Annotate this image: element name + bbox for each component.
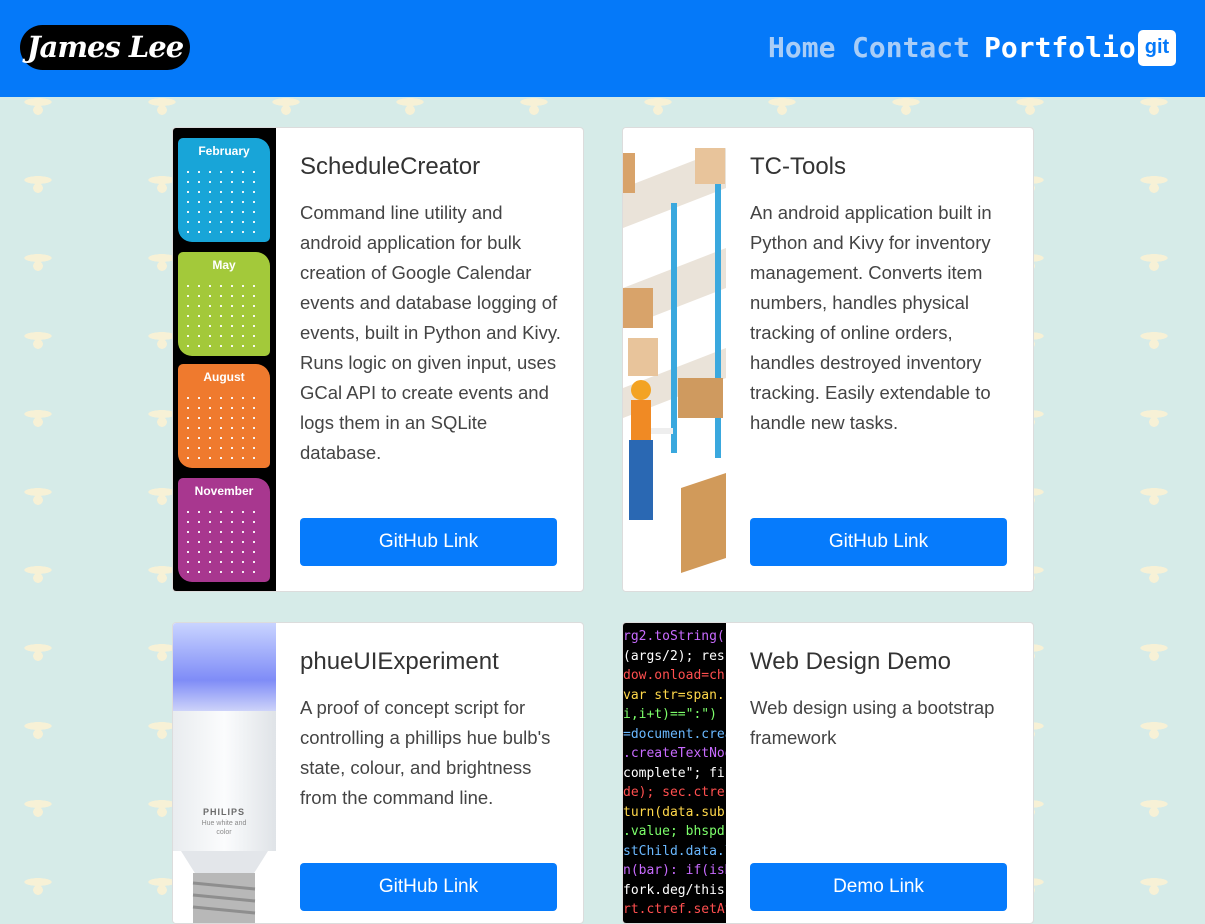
- lightbulb-thumbnail: [173, 623, 276, 923]
- project-title: ScheduleCreator: [300, 153, 481, 180]
- code-line: var str=span.firs: [623, 687, 726, 703]
- project-title: Web Design Demo: [750, 648, 951, 675]
- code-line: complete"; fi: [623, 765, 725, 781]
- philips-logo: PHILIPS: [202, 807, 245, 817]
- calendar-month-label: February: [198, 144, 250, 158]
- code-line: dow.onload=ch: [623, 668, 725, 683]
- code-thumbnail: rg2.toString() a (args/2); res1 = dow.onlo…: [623, 623, 726, 923]
- navbar: James Lee Home Contact Portfolio git: [0, 0, 1205, 97]
- code-line: stChild.data.leng: [623, 843, 726, 859]
- code-line: turn(data.subst: [623, 804, 726, 820]
- nav-portfolio-link[interactable]: Portfolio: [984, 30, 1136, 66]
- code-line: (args/2); res1 =: [623, 648, 726, 664]
- nav-home-link[interactable]: Home: [768, 30, 835, 66]
- warehouse-thumbnail: [623, 128, 726, 591]
- code-line: .value; bhspdres: [623, 824, 726, 839]
- brand-logo[interactable]: James Lee: [20, 25, 190, 70]
- code-line: i,i+t)==":") (spa: [623, 707, 726, 722]
- demo-link-button[interactable]: Demo Link: [750, 863, 1007, 911]
- calendar-month: February: [178, 138, 270, 242]
- project-card-tc-tools: TC-Tools An android application built in…: [622, 127, 1034, 592]
- bulb-caption: Hue white and color: [201, 820, 247, 836]
- project-card-schedulecreator: February May August November ScheduleCre…: [172, 127, 584, 592]
- calendar-month: May: [178, 252, 270, 356]
- code-line: rg2.toString() a: [623, 629, 726, 644]
- project-title: TC-Tools: [750, 153, 847, 180]
- code-line: n(bar): if(isNum(: [623, 863, 726, 878]
- github-link-button[interactable]: GitHub Link: [750, 518, 1007, 566]
- project-description: Web design using a bootstrap framework: [750, 697, 995, 748]
- calendar-month-label: November: [194, 484, 254, 498]
- github-link-button[interactable]: GitHub Link: [300, 863, 557, 911]
- code-line: de); sec.ctref.in: [623, 785, 726, 800]
- project-card-phueuiexperiment: PHILIPS Hue white and color phueUIExperi…: [172, 622, 584, 924]
- calendar-month: August: [178, 364, 270, 468]
- calendar-month: November: [178, 478, 270, 582]
- project-description: An android application built in Python a…: [750, 202, 992, 433]
- nav-contact-link[interactable]: Contact: [852, 30, 970, 66]
- project-description: Command line utility and android applica…: [300, 202, 561, 463]
- calendar-month-label: May: [212, 258, 236, 272]
- project-card-web-design-demo: rg2.toString() a (args/2); res1 = dow.onlo…: [622, 622, 1034, 924]
- code-line: fork.deg/this. l: [623, 882, 726, 898]
- github-link-button[interactable]: GitHub Link: [300, 518, 557, 566]
- calendar-month-label: August: [203, 370, 245, 384]
- project-description: A proof of concept script for controllin…: [300, 697, 551, 808]
- project-title: phueUIExperiment: [300, 648, 499, 675]
- code-line: .createTextNod: [623, 746, 726, 761]
- code-line: =document.crea: [623, 726, 726, 742]
- calendar-thumbnail: February May August November: [173, 128, 276, 591]
- code-line: rt.ctref.setAttrib: [623, 902, 726, 917]
- git-icon[interactable]: git: [1138, 30, 1176, 66]
- code-line: ns(span): mere: [623, 920, 726, 924]
